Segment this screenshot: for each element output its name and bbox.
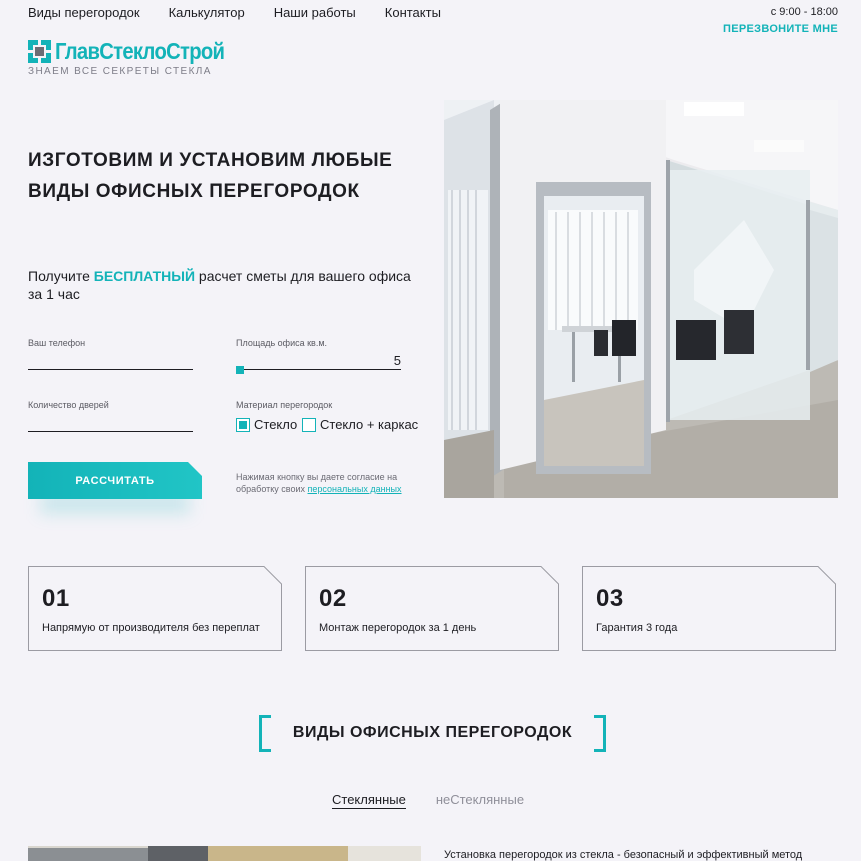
privacy-link[interactable]: персональных данных: [308, 484, 402, 494]
material-option-glass[interactable]: Стекло: [236, 417, 297, 432]
checkbox-unchecked[interactable]: [302, 417, 316, 432]
feature-number: 01: [42, 585, 70, 612]
tab-glass[interactable]: Стеклянные: [332, 792, 406, 809]
phone-input[interactable]: [28, 369, 193, 370]
partition-image: [28, 846, 421, 861]
checkbox-checked[interactable]: [236, 417, 250, 432]
nav-our-works[interactable]: Наши работы: [274, 6, 356, 20]
feature-number: 03: [596, 585, 624, 612]
material-option-glass-frame[interactable]: Стекло + каркас: [302, 417, 418, 432]
feature-text: Монтаж перегородок за 1 день: [319, 622, 477, 634]
logo-mark-icon: [28, 39, 51, 63]
feature-number: 02: [319, 585, 347, 612]
free-highlight: БЕСПЛАТНЫЙ: [93, 268, 196, 284]
calculate-button[interactable]: РАССЧИТАТЬ: [28, 462, 202, 499]
doors-label: Количество дверей: [28, 400, 109, 410]
logo[interactable]: ГлавСтеклоСтрой ЗНАЕМ ВСЕ СЕКРЕТЫ СТЕКЛА: [28, 39, 247, 77]
callback-link[interactable]: ПЕРЕЗВОНИТЕ МНЕ: [723, 23, 838, 35]
feature-card: 01 Напрямую от производителя без перепла…: [28, 566, 282, 651]
hero-subtitle: Получите БЕСПЛАТНЫЙ расчет сметы для ваш…: [28, 268, 411, 302]
area-slider-track[interactable]: [236, 369, 401, 370]
area-value: 5: [393, 353, 401, 368]
feature-text: Гарантия 3 года: [596, 622, 678, 634]
working-hours: с 9:00 - 18:00: [770, 6, 838, 18]
area-label: Площадь офиса кв.м.: [236, 338, 328, 348]
main-nav: Виды перегородок Калькулятор Наши работы…: [28, 6, 470, 20]
logo-name: ГлавСтеклоСтрой: [55, 38, 225, 64]
section-heading: ВИДЫ ОФИСНЫХ ПЕРЕГОРОДОК: [259, 715, 606, 752]
section-title: ВИДЫ ОФИСНЫХ ПЕРЕГОРОДОК: [292, 724, 573, 741]
phone-label: Ваш телефон: [28, 338, 86, 348]
area-slider-handle[interactable]: [236, 366, 244, 374]
hero-title: ИЗГОТОВИМ И УСТАНОВИМ ЛЮБЫЕ ВИДЫ ОФИСНЫХ…: [28, 150, 393, 202]
nav-calculator[interactable]: Калькулятор: [169, 6, 245, 20]
partition-tabs: Стеклянные неСтеклянные: [332, 792, 524, 809]
nav-partition-types[interactable]: Виды перегородок: [28, 6, 140, 20]
feature-card: 02 Монтаж перегородок за 1 день: [305, 566, 559, 651]
nav-contacts[interactable]: Контакты: [385, 6, 441, 20]
doors-input[interactable]: [28, 431, 193, 432]
consent-text: Нажимая кнопку вы даете согласие на обра…: [236, 472, 402, 494]
feature-card: 03 Гарантия 3 года: [582, 566, 836, 651]
logo-tagline: ЗНАЕМ ВСЕ СЕКРЕТЫ СТЕКЛА: [28, 66, 212, 77]
tab-non-glass[interactable]: неСтеклянные: [436, 792, 524, 809]
feature-text: Напрямую от производителя без переплат: [42, 622, 260, 634]
hero-office-image: [444, 100, 838, 498]
material-label: Материал перегородок: [236, 400, 333, 410]
section-intro-text: Установка перегородок из стекла - безопа…: [444, 849, 803, 861]
